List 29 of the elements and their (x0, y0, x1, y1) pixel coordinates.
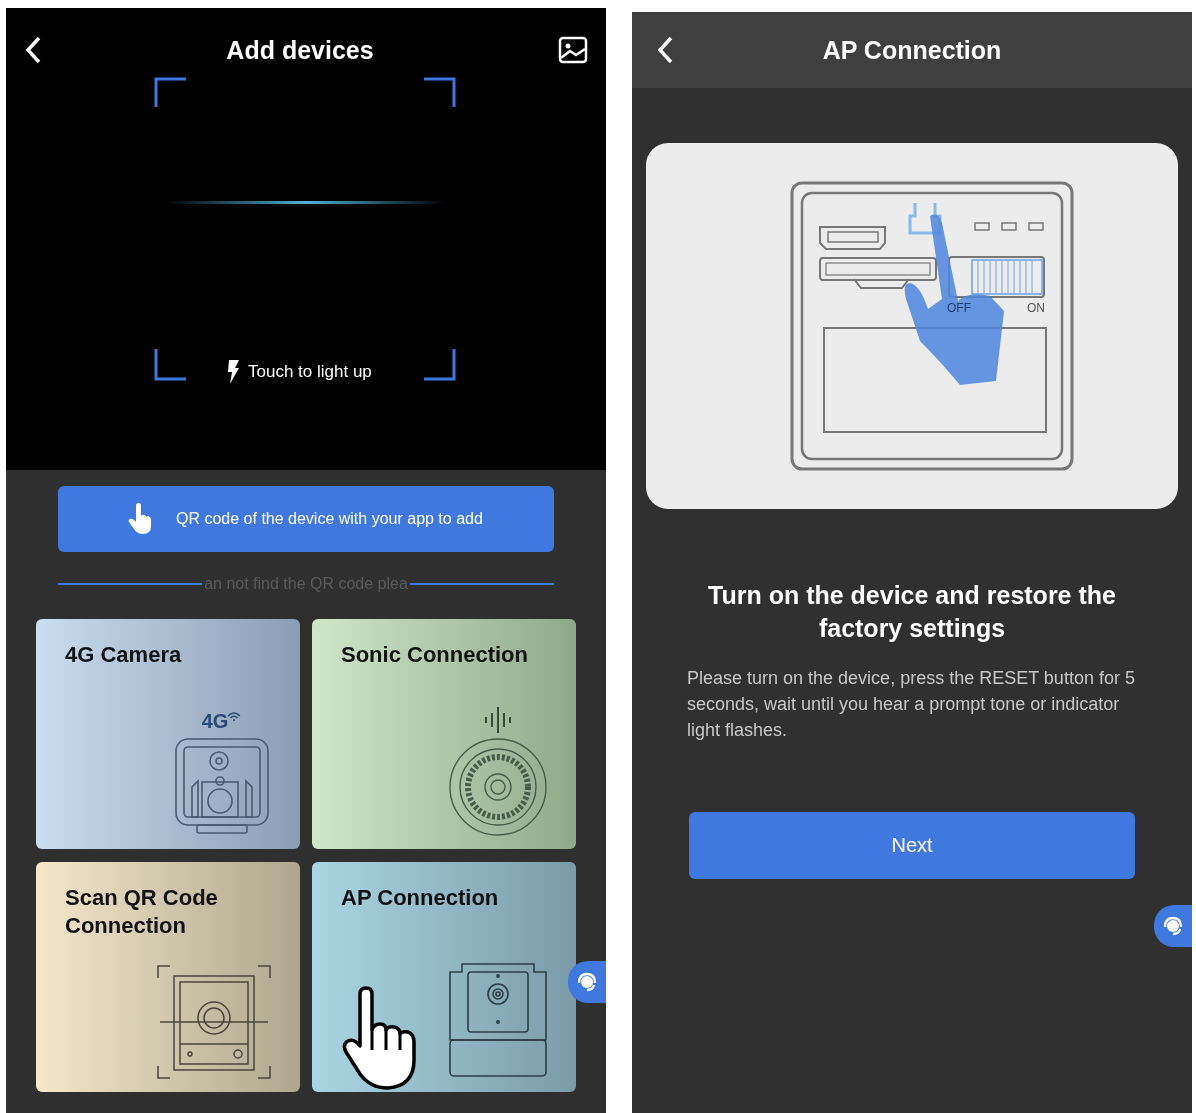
customer-support-button[interactable] (568, 961, 606, 1003)
card-title: AP Connection (341, 884, 500, 912)
step-instructions: Please turn on the device, press the RESET button for 5 seconds, wait until you hear a prompt tone or indicator light flashes. (687, 667, 1136, 742)
connection-card[interactable]: Sonic Connection (312, 619, 576, 849)
next-button[interactable]: Next (689, 812, 1135, 879)
scan-qr-button[interactable]: QR code of the device with your app to add (58, 486, 554, 552)
switch-label: ON (1027, 301, 1045, 315)
step-heading: Turn on the device and restore the factory settings (707, 580, 1117, 644)
connection-card[interactable]: Scan QR Code Connection (36, 862, 300, 1092)
screen-title: Add devices (226, 35, 374, 65)
customer-support-button[interactable] (1154, 905, 1192, 947)
network-label: 4G (201, 710, 229, 733)
card-title: Scan QR Code Connection (65, 884, 219, 940)
headset-icon (576, 971, 598, 993)
headset-icon (1162, 915, 1184, 937)
flash-hint[interactable]: Touch to light up (248, 362, 372, 382)
gallery-icon[interactable] (558, 36, 588, 64)
back-icon[interactable] (656, 35, 674, 65)
hand-pointer-icon (128, 503, 154, 535)
hand-cursor-icon (342, 986, 418, 1090)
back-icon[interactable] (24, 35, 42, 65)
screen-title: AP Connection (822, 35, 1002, 65)
wifi-icon (226, 711, 243, 721)
switch-label: OFF (947, 301, 971, 315)
sound-wave-icon (483, 707, 513, 733)
flash-icon[interactable] (226, 360, 240, 384)
card-title: Sonic Connection (341, 641, 529, 669)
connection-card[interactable]: 4G Camera 4G (36, 619, 300, 849)
card-title: 4G Camera (65, 641, 183, 669)
